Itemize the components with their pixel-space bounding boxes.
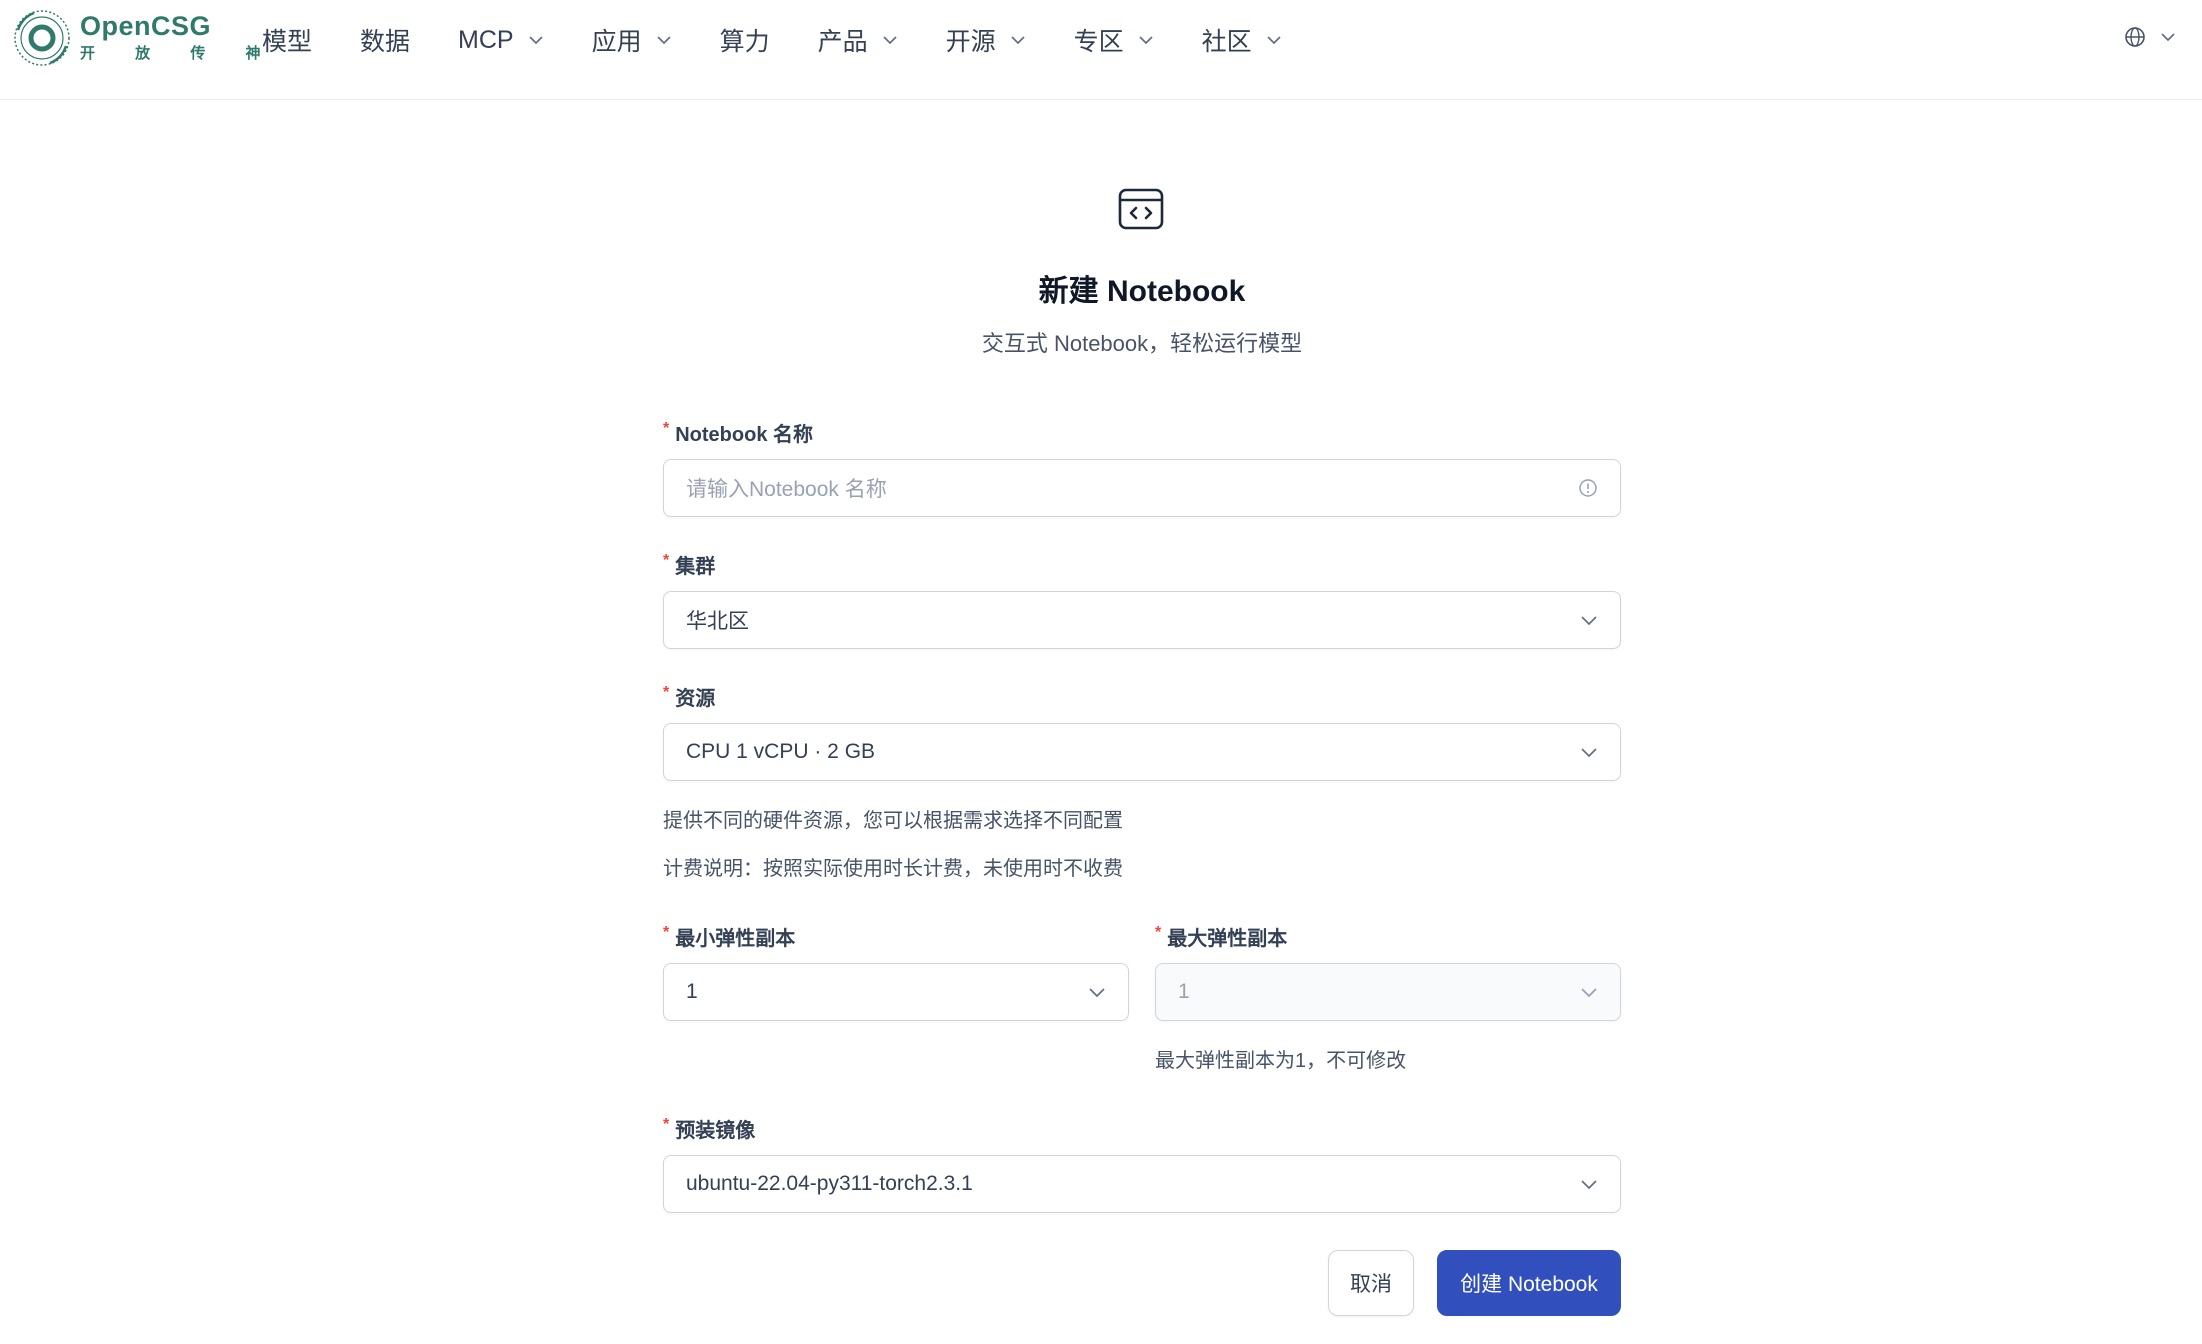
cluster-select[interactable]: 华北区 [663,591,1621,649]
chevron-down-icon [1581,747,1597,757]
top-header: OpenCSG 开 放 传 神 模型 数据 MCP 应用 算力 产品 开源 专区… [0,0,2202,100]
cluster-label-text: 集群 [675,556,716,578]
code-window-icon [1118,188,1164,230]
chevron-down-icon [1581,1179,1597,1189]
page-subtitle: 交互式 Notebook，轻松运行模型 [981,331,1303,356]
nav-item-datasets[interactable]: 数据 [360,22,410,58]
required-mark: * [663,1116,670,1133]
globe-icon [2125,27,2145,47]
chevron-down-icon [883,36,897,45]
chevron-down-icon [1581,615,1597,625]
resource-select[interactable]: CPU 1 vCPU · 2 GB [663,723,1621,781]
nav-item-opensource[interactable]: 开源 [946,22,1026,58]
create-notebook-button[interactable]: 创建 Notebook [1437,1250,1621,1316]
cancel-button-label: 取消 [1350,1273,1392,1296]
nav-item-models[interactable]: 模型 [262,22,312,58]
required-mark: * [663,420,670,437]
resource-help-text: 提供不同的硬件资源，您可以根据需求选择不同配置 [663,810,1123,832]
nav-item-apps[interactable]: 应用 [592,22,672,58]
chevron-down-icon [1089,987,1105,997]
min-replicas-label-text: 最小弹性副本 [675,928,796,950]
chevron-down-icon [2161,33,2175,42]
min-replicas-label: * 最小弹性副本 [663,922,795,951]
nav-item-label: 专区 [1073,28,1124,56]
nav-item-community[interactable]: 社区 [1202,22,1282,58]
nav-item-zones[interactable]: 专区 [1074,22,1154,58]
opencsg-logo-icon [14,10,70,66]
nav-item-label: 数据 [360,28,411,56]
resource-label: * 资源 [663,682,715,711]
nav-item-label: 开源 [945,28,996,56]
min-replicas-select[interactable]: 1 [663,963,1129,1021]
image-select[interactable]: ubuntu-22.04-py311-torch2.3.1 [663,1155,1621,1213]
max-replicas-value: 1 [1178,980,1190,1003]
resource-label-text: 资源 [675,688,716,710]
required-mark: * [663,924,670,941]
nav-item-label: 产品 [817,28,868,56]
image-label: * 预装镜像 [663,1114,755,1143]
notebook-name-label: * Notebook 名称 [663,418,813,447]
nav-item-label: 应用 [591,28,642,56]
min-replicas-value: 1 [686,980,698,1003]
cancel-button[interactable]: 取消 [1328,1250,1414,1316]
chevron-down-icon [1011,36,1025,45]
required-mark: * [663,684,670,701]
chevron-down-icon [1139,36,1153,45]
resource-value: CPU 1 vCPU · 2 GB [686,740,876,763]
nav-item-label: MCP [458,25,514,54]
brand-tagline: 开 放 传 神 [80,45,279,62]
create-notebook-button-label: 创建 Notebook [1460,1273,1598,1296]
max-replicas-label: * 最大弹性副本 [1155,922,1287,951]
nav-item-products[interactable]: 产品 [818,22,898,58]
cluster-value: 华北区 [686,610,749,633]
info-circle-icon [1579,479,1597,497]
image-label-text: 预装镜像 [675,1120,756,1142]
nav-item-label: 算力 [719,28,770,56]
required-mark: * [663,552,670,569]
page-title: 新建 Notebook [1038,275,1246,308]
main-nav: 模型 数据 MCP 应用 算力 产品 开源 专区 社区 [262,0,1330,80]
notebook-name-placeholder: 请输入Notebook 名称 [686,478,887,501]
max-replicas-label-text: 最大弹性副本 [1167,928,1288,950]
chevron-down-icon [1267,36,1281,45]
nav-item-label: 社区 [1201,28,1252,56]
required-mark: * [1155,924,1162,941]
brand-logo[interactable]: OpenCSG 开 放 传 神 [12,8,279,68]
nav-item-compute[interactable]: 算力 [720,22,770,58]
chevron-down-icon [1581,987,1597,997]
notebook-name-input[interactable]: 请输入Notebook 名称 [663,459,1621,517]
nav-item-label: 模型 [262,28,313,56]
image-value: ubuntu-22.04-py311-torch2.3.1 [686,1172,973,1195]
chevron-down-icon [528,36,543,45]
language-switcher[interactable] [2124,26,2176,48]
notebook-name-label-text: Notebook 名称 [675,424,814,446]
max-replicas-select: 1 [1155,963,1621,1021]
nav-item-mcp[interactable]: MCP [458,26,544,55]
chevron-down-icon [656,36,671,45]
brand-name: OpenCSG [80,11,212,41]
max-replicas-help-text: 最大弹性副本为1，不可修改 [1155,1050,1407,1072]
billing-note: 计费说明：按照实际使用时长计费，未使用时不收费 [663,858,1123,880]
cluster-label: * 集群 [663,550,715,579]
